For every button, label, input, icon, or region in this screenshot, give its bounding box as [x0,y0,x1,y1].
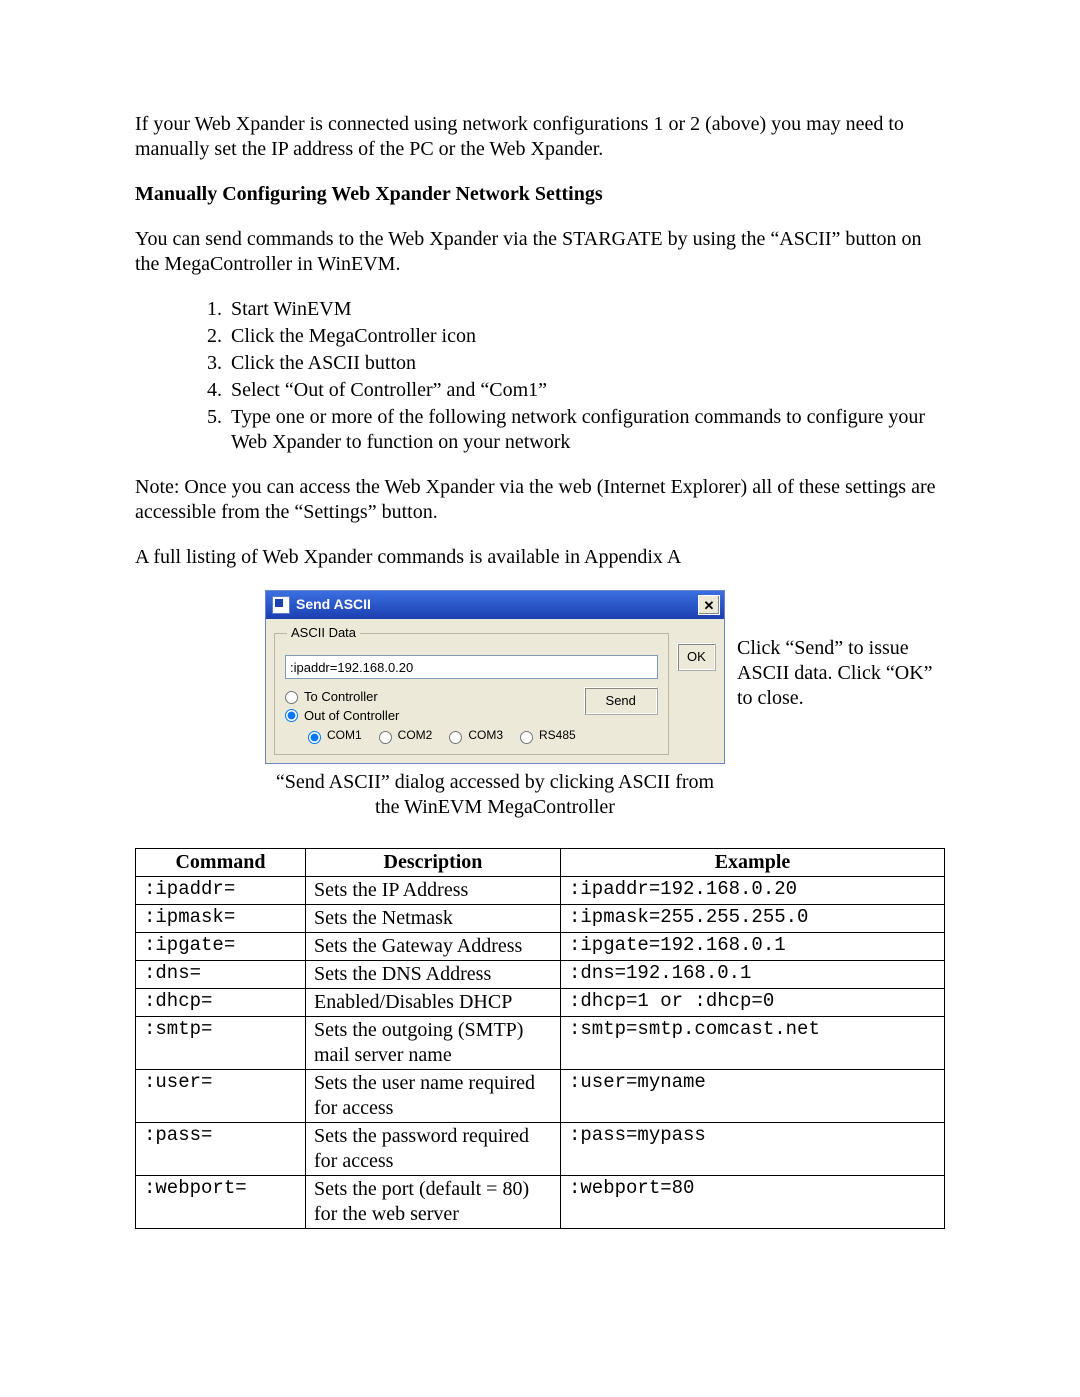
radio-to-controller[interactable]: To Controller [285,689,576,705]
ascii-data-group: ASCII Data To Controller Out of Controll… [274,625,669,755]
table-row: :pass=Sets the password required for acc… [136,1122,945,1175]
intro2-paragraph: You can send commands to the Web Xpander… [135,227,945,277]
step-item: Click the ASCII button [227,351,945,376]
steps-list: Start WinEVM Click the MegaController ic… [135,297,945,455]
ascii-data-legend: ASCII Data [287,625,360,641]
radio-to-controller-label: To Controller [304,689,378,705]
radio-com2[interactable]: COM2 [374,728,433,744]
table-row: :smtp=Sets the outgoing (SMTP) mail serv… [136,1016,945,1069]
radio-out-of-controller[interactable]: Out of Controller [285,708,576,724]
ascii-input[interactable] [285,655,658,679]
radio-com1[interactable]: COM1 [303,728,362,744]
step-item: Start WinEVM [227,297,945,322]
table-row: :ipaddr=Sets the IP Address:ipaddr=192.1… [136,876,945,904]
intro-paragraph: If your Web Xpander is connected using n… [135,112,945,162]
port-options: COM1 COM2 COM3 RS485 [303,728,576,744]
note-paragraph: Note: Once you can access the Web Xpande… [135,475,945,525]
col-description: Description [306,848,561,876]
table-row: :dhcp=Enabled/Disables DHCP:dhcp=1 or :d… [136,988,945,1016]
section-heading: Manually Configuring Web Xpander Network… [135,182,945,207]
appendix-paragraph: A full listing of Web Xpander commands i… [135,545,945,570]
table-row: :webport=Sets the port (default = 80) fo… [136,1175,945,1228]
radio-com3[interactable]: COM3 [444,728,503,744]
table-row: :ipgate=Sets the Gateway Address:ipgate=… [136,932,945,960]
dialog-titlebar[interactable]: Send ASCII ✕ [266,591,724,619]
dialog-title: Send ASCII [296,596,698,614]
radio-out-of-controller-input[interactable] [285,709,298,722]
col-example: Example [561,848,945,876]
table-row: :user=Sets the user name required for ac… [136,1069,945,1122]
dialog-caption: “Send ASCII” dialog accessed by clicking… [265,770,725,820]
send-ascii-dialog: Send ASCII ✕ ASCII Data To Controller [265,590,725,764]
send-button[interactable]: Send [584,687,658,715]
col-command: Command [136,848,306,876]
command-table: Command Description Example :ipaddr=Sets… [135,848,945,1229]
close-icon[interactable]: ✕ [698,595,720,615]
command-table-body: :ipaddr=Sets the IP Address:ipaddr=192.1… [136,876,945,1228]
step-item: Select “Out of Controller” and “Com1” [227,378,945,403]
table-row: :ipmask=Sets the Netmask:ipmask=255.255.… [136,904,945,932]
radio-out-of-controller-label: Out of Controller [304,708,399,724]
step-item: Click the MegaController icon [227,324,945,349]
radio-to-controller-input[interactable] [285,691,298,704]
radio-rs485[interactable]: RS485 [515,728,576,744]
table-row: :dns=Sets the DNS Address:dns=192.168.0.… [136,960,945,988]
ok-button[interactable]: OK [677,643,716,671]
step-item: Type one or more of the following networ… [227,405,945,455]
window-icon [272,596,290,614]
side-note: Click “Send” to issue ASCII data. Click … [737,590,945,711]
